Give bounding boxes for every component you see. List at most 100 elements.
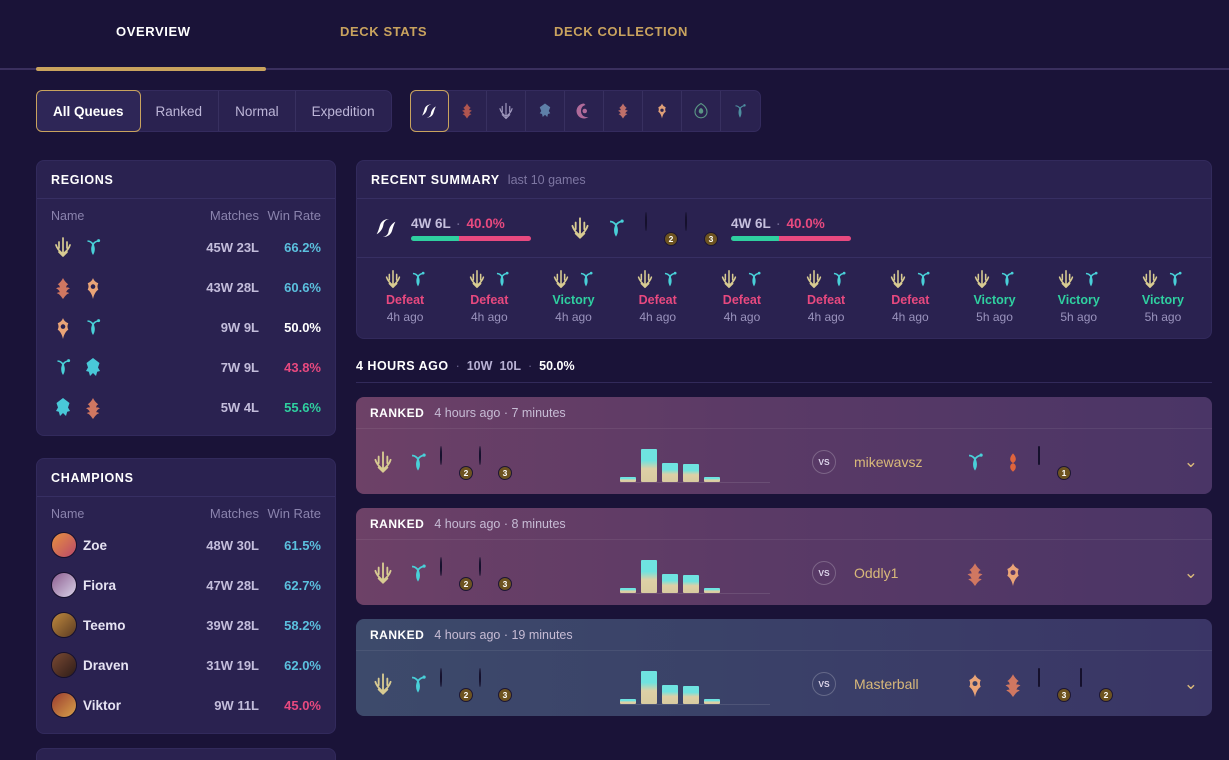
tab-deck-collection[interactable]: DECK COLLECTION [554,24,688,39]
recent-game[interactable]: Defeat 4h ago [700,268,784,324]
recent-game[interactable]: Victory 5h ago [1121,268,1205,324]
champion-matches: 48W 30L [206,537,259,553]
region-filter-ionia[interactable] [682,91,721,131]
player-champion[interactable]: 2 [440,556,473,591]
player-champion[interactable]: 3 [479,445,512,480]
recent-summary-subtitle: last 10 games [507,173,586,187]
noxus-icon [1005,673,1021,697]
game-time: 4h ago [807,310,845,324]
table-row[interactable]: 5W 4L 55.6% [37,387,335,427]
region-filter-all[interactable] [409,90,449,132]
freljord-icon [56,398,70,416]
piltover-icon [412,271,425,287]
freljord-icon [86,358,100,376]
region-filter-bilgewater[interactable] [604,91,643,131]
table-row[interactable]: 45W 23L 66.2% [37,227,335,267]
champion-count-badge: 3 [1057,687,1071,702]
recent-game[interactable]: Victory 5h ago [952,268,1036,324]
chevron-down-icon[interactable]: ⌄ [1184,564,1198,581]
recent-game[interactable]: Victory 4h ago [531,268,615,324]
tab-overview[interactable]: OVERVIEW [116,24,191,39]
recent-game[interactable]: Defeat 4h ago [363,268,447,324]
tab-deck-stats[interactable]: DECK STATS [340,24,427,39]
game-time: 5h ago [976,310,1013,324]
vs-divider: VS [812,449,836,474]
recent-game[interactable]: Defeat 4h ago [447,268,531,324]
deck-champion[interactable]: 2 [645,212,678,246]
deck-champion[interactable]: 3 [685,212,718,246]
match-row[interactable]: RANKED 4 hours ago · 8 minutes 2 3 VS Od… [356,508,1212,605]
champions-panel-title: CHAMPIONS [37,459,335,497]
table-row[interactable]: Zoe 48W 30L 61.5% [37,525,335,565]
demacia-icon [499,102,513,120]
game-result: Defeat [891,293,930,307]
match-meta: 4 hours ago · 19 minutes [434,628,573,642]
opponent-side: Masterball 3 2 ⌄ [854,667,1198,702]
opponent-name[interactable]: mikewavsz [854,454,950,470]
recent-summary-header: RECENT SUMMARY last 10 games [357,161,1211,199]
champions-table-header: Name Matches Win Rate [37,497,335,525]
recent-game[interactable]: Defeat 4h ago [868,268,952,324]
queue-filter-all-queues[interactable]: All Queues [36,90,141,132]
demacia-icon [374,450,392,473]
opponent-champion[interactable]: 3 [1038,667,1071,702]
match-meta: 4 hours ago · 8 minutes [434,517,566,531]
queue-filter-normal[interactable]: Normal [219,91,296,131]
piltover-icon [1001,271,1014,287]
piltover-icon [1086,271,1098,287]
recent-game[interactable]: Victory 5h ago [1037,268,1121,324]
table-row[interactable]: Teemo 39W 28L 58.2% [37,605,335,645]
region-filter-targon[interactable] [643,91,682,131]
opponent-name[interactable]: Masterball [854,676,950,692]
region-pair [51,315,171,339]
player-champion[interactable]: 3 [479,667,512,702]
demacia-icon [571,217,589,239]
opponent-champion[interactable]: 2 [1080,667,1113,702]
region-filter-freljord[interactable] [526,91,565,131]
player-champion[interactable]: 2 [440,667,473,702]
table-row[interactable]: Fiora 47W 28L 62.7% [37,565,335,605]
match-row[interactable]: RANKED 4 hours ago · 7 minutes 2 3 VS mi… [356,397,1212,494]
opponent-champion[interactable]: 1 [1038,445,1071,480]
region-winrate: 55.6% [284,399,321,415]
game-time: 5h ago [1144,310,1182,324]
piltover-icon [496,271,509,287]
region-winrate: 50.0% [284,319,321,335]
table-row[interactable]: 9W 9L 50.0% [37,307,335,347]
table-row[interactable]: 43W 28L 60.6% [37,267,335,307]
region-filter-piltover[interactable] [721,91,760,131]
recent-game[interactable]: Defeat 4h ago [784,268,868,324]
chevron-down-icon[interactable]: ⌄ [1184,675,1198,692]
table-row[interactable]: 7W 9L 43.8% [37,347,335,387]
queue-filter-expedition[interactable]: Expedition [296,91,391,131]
avatar [440,556,442,576]
separator: · [776,218,781,231]
freljord-icon [539,103,550,117]
recent-summary-panel: RECENT SUMMARY last 10 games 4W 6L · 40.… [356,160,1212,339]
player-champion[interactable]: 2 [440,445,473,480]
targon-icon [57,318,69,339]
match-row[interactable]: RANKED 4 hours ago · 19 minutes 2 3 VS M… [356,619,1212,716]
piltover-icon [87,319,101,335]
demacia-icon [374,672,392,695]
chevron-down-icon[interactable]: ⌄ [1184,453,1198,470]
avatar [440,667,442,687]
match-queue: RANKED [370,406,425,420]
recent-game[interactable]: Defeat 4h ago [616,268,700,324]
day-group-losses: 10L [499,359,521,373]
opponent-name[interactable]: Oddly1 [854,565,950,581]
champion-winrate: 58.2% [284,617,321,633]
game-time: 4h ago [555,310,592,324]
region-matches: 45W 23L [206,239,259,255]
player-side: 2 3 [370,556,570,591]
queue-filter-ranked[interactable]: Ranked [140,91,220,131]
table-row[interactable]: Viktor 9W 11L 45.0% [37,685,335,725]
region-filter-shadow-isles[interactable] [565,91,604,131]
table-row[interactable]: Draven 31W 19L 62.0% [37,645,335,685]
opponent-side: Oddly1 ⌄ [854,560,1198,586]
game-result: Victory [1057,293,1100,307]
game-time: 4h ago [891,310,929,324]
region-filter-noxus[interactable] [448,91,487,131]
region-filter-demacia[interactable] [487,91,526,131]
player-champion[interactable]: 3 [479,556,512,591]
